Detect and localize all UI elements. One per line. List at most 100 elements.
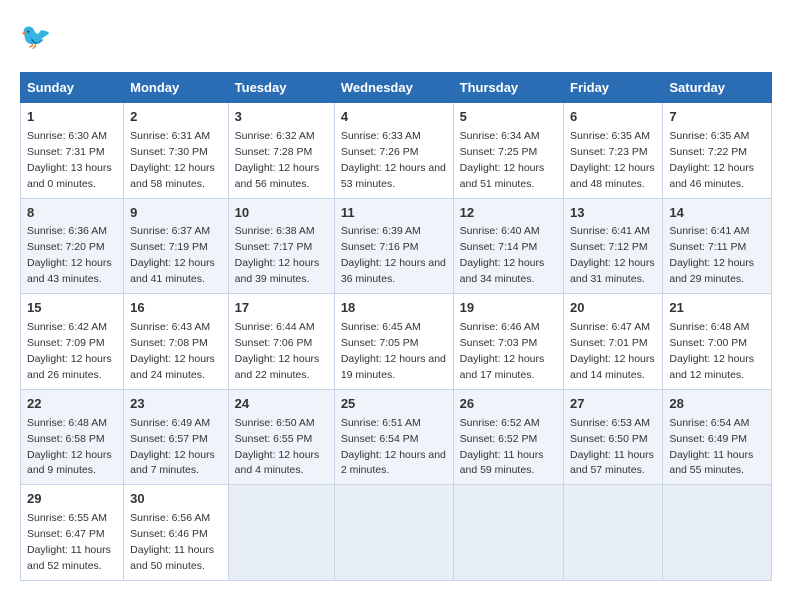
calendar-cell <box>564 485 663 581</box>
cell-daylight: Daylight: 11 hours and 57 minutes. <box>570 449 654 477</box>
cell-daylight: Daylight: 12 hours and 17 minutes. <box>460 353 545 381</box>
cell-daylight: Daylight: 12 hours and 2 minutes. <box>341 449 446 477</box>
cell-sunrise: Sunrise: 6:32 AM <box>235 130 315 142</box>
cell-sunset: Sunset: 7:30 PM <box>130 146 208 158</box>
calendar-cell: 21Sunrise: 6:48 AMSunset: 7:00 PMDayligh… <box>663 294 772 390</box>
cell-sunset: Sunset: 6:55 PM <box>235 433 313 445</box>
cell-sunset: Sunset: 6:52 PM <box>460 433 538 445</box>
weekday-header-sunday: Sunday <box>21 73 124 103</box>
day-number: 15 <box>27 299 117 318</box>
calendar-cell: 27Sunrise: 6:53 AMSunset: 6:50 PMDayligh… <box>564 389 663 485</box>
svg-text:🐦: 🐦 <box>20 23 51 51</box>
cell-sunset: Sunset: 7:23 PM <box>570 146 648 158</box>
calendar-week-row: 1Sunrise: 6:30 AMSunset: 7:31 PMDaylight… <box>21 103 772 199</box>
day-number: 22 <box>27 395 117 414</box>
cell-sunrise: Sunrise: 6:45 AM <box>341 321 421 333</box>
calendar-cell: 9Sunrise: 6:37 AMSunset: 7:19 PMDaylight… <box>124 198 229 294</box>
cell-sunrise: Sunrise: 6:33 AM <box>341 130 421 142</box>
cell-daylight: Daylight: 12 hours and 19 minutes. <box>341 353 446 381</box>
cell-sunrise: Sunrise: 6:56 AM <box>130 512 210 524</box>
calendar-cell <box>663 485 772 581</box>
weekday-header-thursday: Thursday <box>453 73 563 103</box>
cell-sunset: Sunset: 6:54 PM <box>341 433 419 445</box>
cell-sunset: Sunset: 7:31 PM <box>27 146 105 158</box>
calendar-cell: 10Sunrise: 6:38 AMSunset: 7:17 PMDayligh… <box>228 198 334 294</box>
calendar-cell: 11Sunrise: 6:39 AMSunset: 7:16 PMDayligh… <box>334 198 453 294</box>
calendar-table: SundayMondayTuesdayWednesdayThursdayFrid… <box>20 72 772 581</box>
cell-daylight: Daylight: 12 hours and 36 minutes. <box>341 257 446 285</box>
day-number: 21 <box>669 299 765 318</box>
cell-sunset: Sunset: 7:14 PM <box>460 241 538 253</box>
cell-daylight: Daylight: 12 hours and 4 minutes. <box>235 449 320 477</box>
weekday-header-friday: Friday <box>564 73 663 103</box>
cell-sunset: Sunset: 7:16 PM <box>341 241 419 253</box>
day-number: 28 <box>669 395 765 414</box>
cell-daylight: Daylight: 12 hours and 51 minutes. <box>460 162 545 190</box>
day-number: 17 <box>235 299 328 318</box>
cell-sunrise: Sunrise: 6:50 AM <box>235 417 315 429</box>
calendar-cell <box>453 485 563 581</box>
calendar-week-row: 8 Sunrise: 6:36 AM Sunset: 7:20 PM Daylight… <box>21 198 772 294</box>
cell-sunset: Sunset: 6:58 PM <box>27 433 105 445</box>
day-number: 23 <box>130 395 222 414</box>
calendar-cell: 16Sunrise: 6:43 AMSunset: 7:08 PMDayligh… <box>124 294 229 390</box>
cell-daylight: Daylight: 12 hours and 9 minutes. <box>27 449 112 477</box>
weekday-header-monday: Monday <box>124 73 229 103</box>
cell-sunset: Sunset: 6:46 PM <box>130 528 208 540</box>
calendar-cell: 28Sunrise: 6:54 AMSunset: 6:49 PMDayligh… <box>663 389 772 485</box>
cell-sunrise: Sunrise: 6:34 AM <box>460 130 540 142</box>
cell-sunset: Sunset: 7:12 PM <box>570 241 648 253</box>
cell-sunset: Sunset: 7:28 PM <box>235 146 313 158</box>
cell-daylight: Daylight: 11 hours and 52 minutes. <box>27 544 111 572</box>
day-number: 16 <box>130 299 222 318</box>
day-number: 8 <box>27 204 117 223</box>
cell-sunrise: Sunrise: 6:36 AM <box>27 225 107 237</box>
cell-daylight: Daylight: 11 hours and 50 minutes. <box>130 544 214 572</box>
calendar-cell: 19Sunrise: 6:46 AMSunset: 7:03 PMDayligh… <box>453 294 563 390</box>
cell-sunrise: Sunrise: 6:51 AM <box>341 417 421 429</box>
day-number: 10 <box>235 204 328 223</box>
calendar-cell: 5 Sunrise: 6:34 AM Sunset: 7:25 PM Daylight… <box>453 103 563 199</box>
calendar-cell: 22Sunrise: 6:48 AMSunset: 6:58 PMDayligh… <box>21 389 124 485</box>
calendar-cell: 14 Sunrise: 6:41 AM Sunset: 7:11 PM Dayligh… <box>663 198 772 294</box>
cell-sunrise: Sunrise: 6:39 AM <box>341 225 421 237</box>
cell-sunrise: Sunrise: 6:30 AM <box>27 130 107 142</box>
cell-sunset: Sunset: 6:49 PM <box>669 433 747 445</box>
cell-sunrise: Sunrise: 6:37 AM <box>130 225 210 237</box>
logo: 🐦 <box>20 20 60 56</box>
cell-sunset: Sunset: 7:22 PM <box>669 146 747 158</box>
calendar-cell: 29Sunrise: 6:55 AMSunset: 6:47 PMDayligh… <box>21 485 124 581</box>
day-number: 4 <box>341 108 447 127</box>
cell-sunset: Sunset: 7:11 PM <box>669 241 746 253</box>
cell-sunset: Sunset: 6:57 PM <box>130 433 208 445</box>
day-number: 3 <box>235 108 328 127</box>
cell-daylight: Daylight: 12 hours and 29 minutes. <box>669 257 754 285</box>
cell-sunset: Sunset: 7:20 PM <box>27 241 105 253</box>
calendar-cell: 25Sunrise: 6:51 AMSunset: 6:54 PMDayligh… <box>334 389 453 485</box>
cell-sunrise: Sunrise: 6:44 AM <box>235 321 315 333</box>
cell-sunset: Sunset: 6:47 PM <box>27 528 105 540</box>
day-number: 29 <box>27 490 117 509</box>
cell-daylight: Daylight: 12 hours and 43 minutes. <box>27 257 112 285</box>
cell-sunrise: Sunrise: 6:41 AM <box>669 225 749 237</box>
day-number: 14 <box>669 204 765 223</box>
cell-daylight: Daylight: 12 hours and 22 minutes. <box>235 353 320 381</box>
calendar-cell: 15Sunrise: 6:42 AMSunset: 7:09 PMDayligh… <box>21 294 124 390</box>
calendar-cell: 24 Sunrise: 6:50 AM Sunset: 6:55 PM Dayligh… <box>228 389 334 485</box>
cell-sunset: Sunset: 7:17 PM <box>235 241 313 253</box>
calendar-cell: 17Sunrise: 6:44 AMSunset: 7:06 PMDayligh… <box>228 294 334 390</box>
cell-sunset: Sunset: 7:25 PM <box>460 146 538 158</box>
cell-sunrise: Sunrise: 6:53 AM <box>570 417 650 429</box>
calendar-cell: 7Sunrise: 6:35 AMSunset: 7:22 PMDaylight… <box>663 103 772 199</box>
cell-sunrise: Sunrise: 6:46 AM <box>460 321 540 333</box>
weekday-header-row: SundayMondayTuesdayWednesdayThursdayFrid… <box>21 73 772 103</box>
cell-daylight: Daylight: 12 hours and 7 minutes. <box>130 449 215 477</box>
page-header: 🐦 <box>20 20 772 56</box>
calendar-cell: 26Sunrise: 6:52 AMSunset: 6:52 PMDayligh… <box>453 389 563 485</box>
day-number: 5 <box>460 108 557 127</box>
cell-sunset: Sunset: 7:01 PM <box>570 337 648 349</box>
cell-sunset: Sunset: 7:26 PM <box>341 146 419 158</box>
day-number: 24 <box>235 395 328 414</box>
day-number: 19 <box>460 299 557 318</box>
day-number: 6 <box>570 108 656 127</box>
